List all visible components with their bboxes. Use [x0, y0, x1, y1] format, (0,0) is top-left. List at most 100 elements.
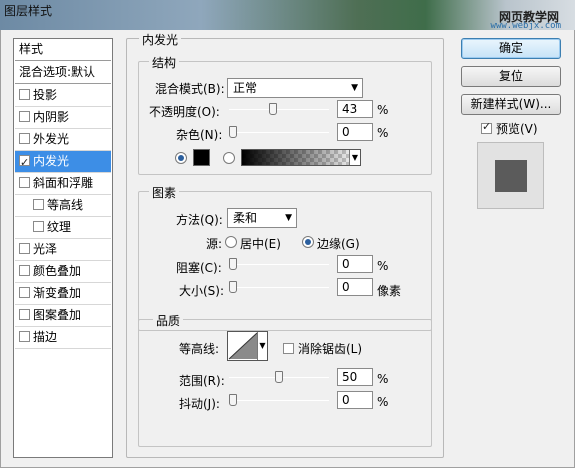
- preview-checkbox[interactable]: [481, 120, 492, 134]
- technique-value: 柔和: [233, 211, 258, 225]
- dialog-body: 样式 混合选项:默认 投影内阴影外发光内发光斜面和浮雕等高线纹理光泽颜色叠加渐变…: [0, 30, 575, 468]
- style-item-label: 外发光: [33, 132, 70, 146]
- style-item-label: 颜色叠加: [33, 264, 82, 278]
- source-label: 源:: [206, 237, 223, 251]
- style-item-label: 等高线: [47, 198, 84, 212]
- style-item-label: 描边: [33, 330, 58, 344]
- style-item[interactable]: 斜面和浮雕: [15, 173, 111, 195]
- opacity-label: 不透明度(O):: [149, 105, 220, 119]
- jitter-input[interactable]: 0: [337, 391, 373, 409]
- style-item-checkbox[interactable]: [19, 243, 30, 254]
- chevron-down-icon: ▼: [285, 213, 292, 223]
- solid-color-radio[interactable]: [175, 152, 187, 164]
- blend-options-item[interactable]: 混合选项:默认: [15, 62, 111, 84]
- style-list-header[interactable]: 样式: [15, 39, 111, 61]
- size-input[interactable]: 0: [337, 278, 373, 296]
- range-input[interactable]: 50: [337, 368, 373, 386]
- style-preview: [477, 142, 544, 209]
- preview-label[interactable]: 预览(V): [496, 120, 538, 137]
- inner-glow-title: 内发光: [139, 31, 182, 48]
- technique-label: 方法(Q):: [176, 213, 223, 227]
- style-item-checkbox[interactable]: [19, 177, 30, 188]
- new-style-button[interactable]: 新建样式(W)...: [461, 94, 561, 115]
- choke-slider-track[interactable]: [229, 264, 329, 265]
- gradient-radio[interactable]: [223, 152, 235, 164]
- jitter-slider-track[interactable]: [229, 400, 329, 401]
- style-item-checkbox[interactable]: [19, 152, 30, 173]
- noise-slider-thumb[interactable]: [229, 126, 237, 138]
- style-item[interactable]: 内阴影: [15, 107, 111, 129]
- window-title: 图层样式: [4, 4, 53, 18]
- style-item-label: 内阴影: [33, 110, 70, 124]
- source-center-radio[interactable]: [225, 236, 237, 248]
- style-item[interactable]: 等高线: [15, 195, 111, 217]
- size-unit: 像素: [377, 284, 402, 298]
- source-center-label[interactable]: 居中(E): [240, 235, 281, 252]
- opacity-input[interactable]: 43: [337, 100, 373, 118]
- chevron-down-icon: ▼: [351, 83, 358, 93]
- choke-slider-thumb[interactable]: [229, 258, 237, 270]
- style-item[interactable]: 内发光: [15, 151, 111, 173]
- contour-picker[interactable]: ▼: [227, 331, 268, 361]
- style-item[interactable]: 纹理: [15, 217, 111, 239]
- chevron-down-icon: ▼: [349, 150, 360, 165]
- style-item-checkbox[interactable]: [19, 309, 30, 320]
- opacity-slider-thumb[interactable]: [269, 103, 277, 115]
- contour-curve-icon: [228, 332, 258, 360]
- style-item-label: 图案叠加: [33, 308, 82, 322]
- style-item[interactable]: 图案叠加: [15, 305, 111, 327]
- style-item-label: 投影: [33, 88, 58, 102]
- glow-color-swatch[interactable]: [193, 149, 210, 166]
- quality-title: 品质: [153, 312, 184, 329]
- jitter-unit: %: [377, 395, 389, 409]
- blend-options-label: 混合选项:默认: [19, 65, 96, 79]
- structure-title: 结构: [149, 54, 180, 71]
- style-item-label: 纹理: [47, 220, 72, 234]
- style-item-checkbox[interactable]: [19, 331, 30, 342]
- opacity-slider-track[interactable]: [229, 109, 329, 110]
- style-item[interactable]: 外发光: [15, 129, 111, 151]
- ok-button[interactable]: 确定: [461, 38, 561, 59]
- opacity-unit: %: [377, 103, 389, 117]
- style-item-checkbox[interactable]: [19, 111, 30, 122]
- style-item-checkbox[interactable]: [33, 221, 44, 232]
- antialias-checkbox[interactable]: [283, 343, 294, 354]
- style-item[interactable]: 投影: [15, 85, 111, 107]
- style-item-label: 内发光: [33, 154, 70, 168]
- style-list-header-label: 样式: [19, 42, 44, 56]
- style-item-checkbox[interactable]: [19, 287, 30, 298]
- contour-label: 等高线:: [179, 342, 220, 356]
- range-slider-thumb[interactable]: [275, 371, 283, 383]
- choke-label: 阻塞(C):: [176, 261, 222, 275]
- style-item[interactable]: 渐变叠加: [15, 283, 111, 305]
- source-edge-radio[interactable]: [302, 236, 314, 248]
- noise-slider-track[interactable]: [229, 132, 329, 133]
- size-slider-thumb[interactable]: [229, 281, 237, 293]
- noise-unit: %: [377, 126, 389, 140]
- glow-gradient-picker[interactable]: ▼: [241, 149, 361, 166]
- style-item[interactable]: 光泽: [15, 239, 111, 261]
- style-item[interactable]: 描边: [15, 327, 111, 349]
- style-item-checkbox[interactable]: [19, 265, 30, 276]
- title-bar: 图层样式 网页教学网 www.webjx.com: [0, 0, 575, 31]
- chevron-down-icon: ▼: [257, 332, 267, 360]
- choke-input[interactable]: 0: [337, 255, 373, 273]
- source-edge-label[interactable]: 边缘(G): [317, 235, 360, 252]
- preview-swatch: [495, 160, 527, 192]
- size-slider-track[interactable]: [229, 287, 329, 288]
- range-unit: %: [377, 372, 389, 386]
- style-item-checkbox[interactable]: [19, 133, 30, 144]
- style-item-checkbox[interactable]: [33, 199, 44, 210]
- antialias-label[interactable]: 消除锯齿(L): [298, 340, 362, 357]
- technique-select[interactable]: 柔和 ▼: [227, 208, 297, 228]
- noise-label: 杂色(N):: [176, 128, 223, 142]
- reset-button[interactable]: 复位: [461, 66, 561, 87]
- blend-mode-select[interactable]: 正常 ▼: [227, 78, 363, 98]
- style-item-checkbox[interactable]: [19, 89, 30, 100]
- style-item[interactable]: 颜色叠加: [15, 261, 111, 283]
- noise-input[interactable]: 0: [337, 123, 373, 141]
- style-item-label: 光泽: [33, 242, 58, 256]
- style-item-label: 斜面和浮雕: [33, 176, 94, 190]
- jitter-label: 抖动(J):: [179, 397, 220, 411]
- jitter-slider-thumb[interactable]: [229, 394, 237, 406]
